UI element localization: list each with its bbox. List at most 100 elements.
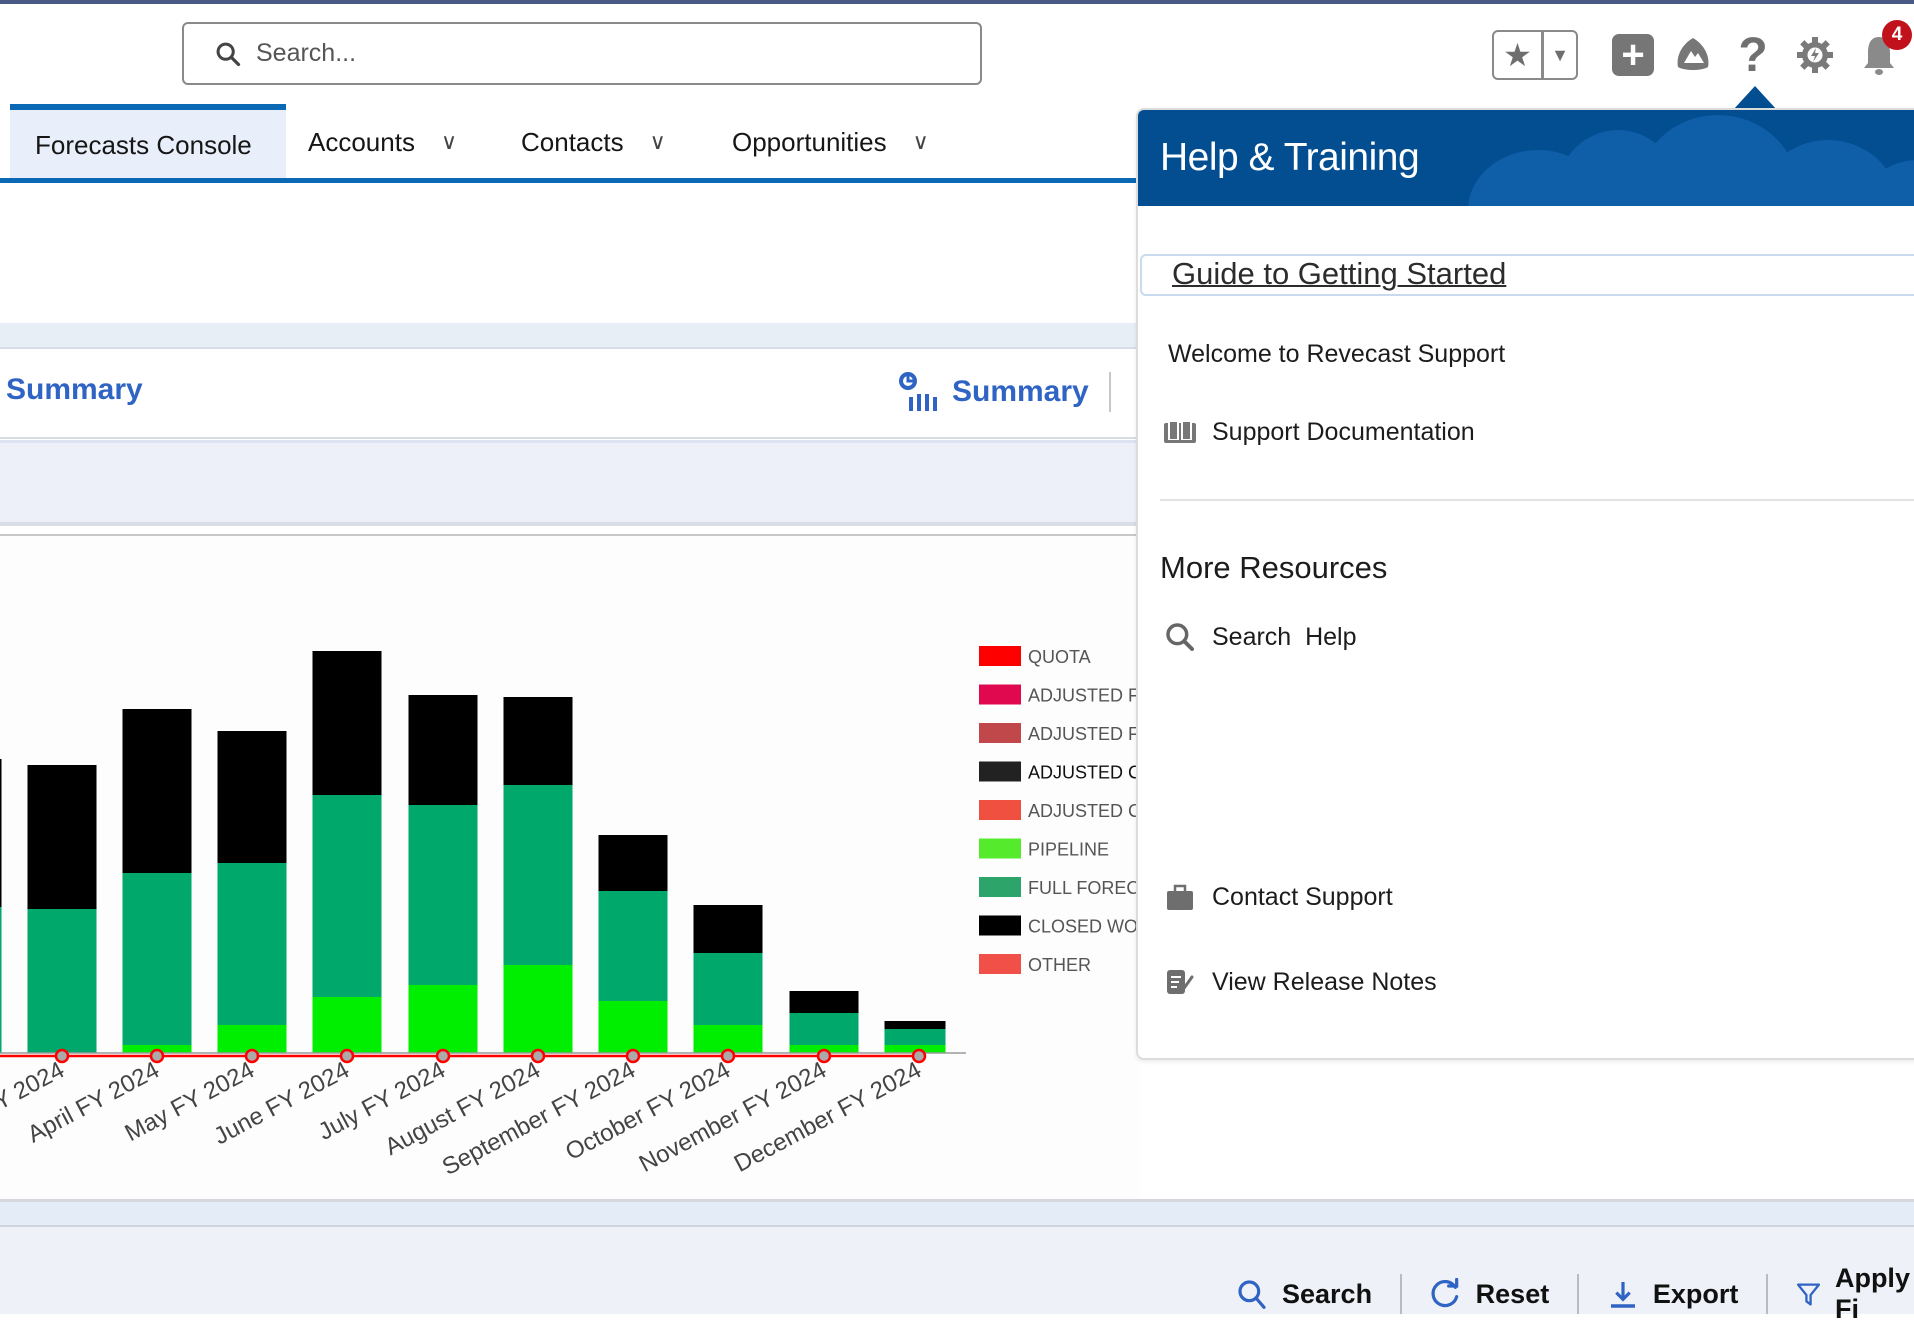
legend-label[interactable]: ADJUSTED C: [1028, 801, 1140, 821]
bar-segment-full-forecast[interactable]: [598, 891, 668, 1001]
reset-button[interactable]: Reset: [1430, 1278, 1578, 1310]
tab-forecasts-console[interactable]: Forecasts Console: [10, 104, 286, 180]
contact-support-link[interactable]: Contact Support: [1162, 880, 1393, 914]
search-button[interactable]: Search: [1236, 1278, 1400, 1310]
action-toolbar: Search Reset Export Apply Fi: [0, 1227, 1914, 1324]
notifications-button[interactable]: 4: [1854, 20, 1912, 80]
legend-label[interactable]: ADJUSTED F: [1028, 724, 1139, 744]
bar-segment-closed-won[interactable]: [408, 695, 478, 805]
summary-toggle[interactable]: Summary: [898, 371, 1111, 413]
nav-tabs: Forecasts Console Accounts ∨ Contacts ∨ …: [0, 104, 1140, 180]
support-documentation-link[interactable]: Support Documentation: [1162, 415, 1475, 449]
book-icon: [1162, 415, 1198, 449]
plus-icon: +: [1612, 34, 1654, 76]
bar-segment-full-forecast[interactable]: [27, 909, 97, 1053]
search-icon: [1162, 620, 1198, 654]
setup-gear-icon: [1797, 37, 1833, 73]
bar-segment-pipeline[interactable]: [503, 965, 573, 1053]
bar-segment-closed-won[interactable]: [122, 709, 192, 873]
legend-label[interactable]: QUOTA: [1028, 647, 1091, 667]
divider: [1160, 499, 1914, 501]
bar-segment-pipeline[interactable]: [408, 985, 478, 1053]
bar-segment-closed-won[interactable]: [884, 1021, 946, 1029]
section-band: [0, 323, 1140, 349]
contact-support-label: Contact Support: [1212, 882, 1393, 911]
favorites-dropdown-icon[interactable]: ▼: [1544, 32, 1576, 78]
bar-segment-closed-won[interactable]: [598, 835, 668, 891]
legend-swatch: [979, 800, 1021, 820]
more-resources-heading: More Resources: [1160, 550, 1388, 585]
notification-badge: 4: [1882, 20, 1912, 50]
global-search-input[interactable]: [256, 39, 956, 68]
legend-label[interactable]: PIPELINE: [1028, 840, 1109, 860]
bar-segment-pipeline[interactable]: [598, 1001, 668, 1053]
release-notes-label: View Release Notes: [1212, 967, 1437, 996]
view-release-notes-link[interactable]: View Release Notes: [1162, 965, 1437, 999]
legend-swatch: [979, 761, 1021, 782]
divider: [1400, 1274, 1402, 1314]
legend-label[interactable]: ADJUSTED C: [1028, 763, 1140, 783]
tab-label: Opportunities: [732, 126, 887, 157]
summary-toggle-label: Summary: [952, 375, 1089, 408]
legend-label[interactable]: OTHER: [1028, 955, 1091, 975]
bar-segment-full-forecast[interactable]: [217, 863, 287, 1025]
release-notes-icon: [1162, 965, 1198, 999]
chevron-down-icon[interactable]: ∨: [913, 129, 929, 155]
briefcase-icon: [1162, 880, 1198, 914]
help-panel-pointer: [1733, 86, 1777, 110]
guide-to-getting-started-link[interactable]: Guide to Getting Started: [1172, 256, 1506, 292]
help-button[interactable]: ?: [1728, 28, 1778, 82]
favorites-star-icon[interactable]: ★: [1494, 32, 1544, 78]
legend-swatch: [979, 838, 1021, 859]
bar-segment-closed-won[interactable]: [312, 651, 382, 795]
tab-opportunities[interactable]: Opportunities ∨: [732, 104, 929, 180]
legend-label[interactable]: ADJUSTED F: [1028, 686, 1139, 706]
bar-segment-closed-won[interactable]: [503, 697, 573, 785]
bar-segment-full-forecast[interactable]: [122, 873, 192, 1045]
global-actions-button[interactable]: +: [1608, 30, 1658, 80]
bar-segment-full-forecast[interactable]: [693, 953, 763, 1025]
global-search-box[interactable]: [182, 22, 982, 85]
filter-icon: [1796, 1283, 1821, 1306]
bar-segment-full-forecast[interactable]: [0, 907, 2, 1053]
welcome-text: Welcome to Revecast Support: [1168, 340, 1505, 369]
search-icon: [216, 42, 241, 66]
bar-segment-closed-won[interactable]: [693, 905, 763, 953]
welcome-label: Welcome to Revecast Support: [1168, 340, 1506, 368]
legend-label[interactable]: CLOSED WO: [1028, 917, 1138, 937]
chevron-down-icon[interactable]: ∨: [441, 129, 457, 155]
guide-row: Guide to Getting Started: [1140, 254, 1914, 296]
global-header: ★ ▼ + ? 4: [0, 4, 1914, 104]
bar-segment-full-forecast[interactable]: [884, 1029, 946, 1045]
bar-segment-full-forecast[interactable]: [503, 785, 573, 965]
bar-segment-closed-won[interactable]: [789, 991, 859, 1013]
apply-filters-button[interactable]: Apply Fi: [1796, 1263, 1914, 1325]
action-buttons: Search Reset Export Apply Fi: [1236, 1263, 1914, 1325]
search-button-label: Search: [1282, 1278, 1373, 1309]
bar-segment-full-forecast[interactable]: [312, 795, 382, 997]
filter-band: [0, 440, 1140, 526]
chevron-down-icon[interactable]: ∨: [650, 129, 666, 155]
utility-icons: ★ ▼ + ? 4: [1492, 20, 1912, 82]
search-help-link[interactable]: Search Help: [1162, 620, 1357, 654]
trailhead-button[interactable]: [1668, 30, 1718, 80]
legend-label[interactable]: FULL FOREC: [1028, 878, 1139, 898]
bar-segment-pipeline[interactable]: [312, 997, 382, 1053]
tab-label: Accounts: [308, 126, 415, 157]
help-question-icon: ?: [1738, 28, 1768, 82]
legend-swatch: [979, 915, 1021, 936]
favorites-group: ★ ▼: [1492, 30, 1578, 80]
setup-button[interactable]: [1790, 30, 1840, 80]
export-button[interactable]: Export: [1607, 1278, 1767, 1310]
tab-accounts[interactable]: Accounts ∨: [308, 104, 457, 180]
bar-segment-closed-won[interactable]: [27, 765, 97, 909]
bar-segment-full-forecast[interactable]: [789, 1013, 859, 1045]
bar-segment-closed-won[interactable]: [0, 759, 2, 907]
bottom-band: [0, 1199, 1914, 1227]
help-training-panel: Help & Training Guide to Getting Started…: [1136, 108, 1914, 1060]
apply-filters-label: Apply Fi: [1834, 1263, 1910, 1324]
tab-contacts[interactable]: Contacts ∨: [521, 104, 666, 180]
export-button-label: Export: [1652, 1278, 1739, 1309]
bar-segment-full-forecast[interactable]: [408, 805, 478, 985]
bar-segment-closed-won[interactable]: [217, 731, 287, 863]
